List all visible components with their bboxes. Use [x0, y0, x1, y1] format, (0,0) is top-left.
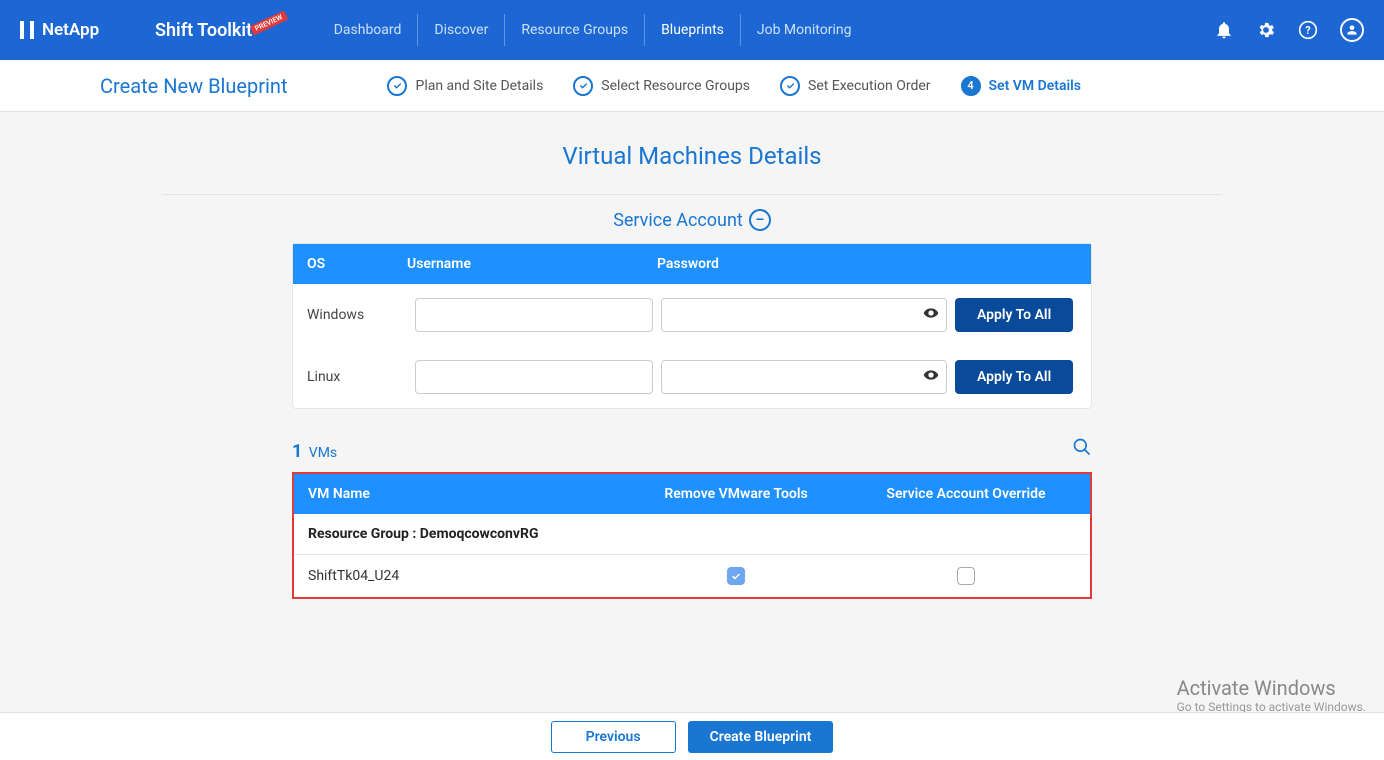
service-account-panel: OS Username Password Windows Apply To Al… — [292, 243, 1092, 409]
divider — [162, 194, 1222, 195]
step-plan-site[interactable]: Plan and Site Details — [387, 76, 543, 96]
col-password: Password — [657, 256, 1077, 272]
step-number-icon: 4 — [961, 76, 981, 96]
col-sa-override: Service Account Override — [856, 486, 1076, 502]
linux-username-input[interactable] — [415, 360, 653, 394]
create-blueprint-button[interactable]: Create Blueprint — [688, 721, 834, 753]
windows-watermark: Activate Windows Go to Settings to activ… — [1177, 676, 1366, 714]
step-vm-details[interactable]: 4 Set VM Details — [961, 76, 1081, 96]
wizard-footer: Previous Create Blueprint — [0, 712, 1384, 760]
os-label: Windows — [307, 307, 407, 323]
vm-row: ShiftTk04_U24 — [294, 555, 1090, 597]
section-title: Virtual Machines Details — [72, 142, 1312, 170]
collapse-icon[interactable]: – — [749, 209, 771, 231]
nav-discover[interactable]: Discover — [418, 14, 505, 46]
sa-row-linux: Linux Apply To All — [293, 346, 1091, 408]
preview-badge: PREVIEW — [250, 10, 288, 35]
vm-group-header: Resource Group : DemoqcowconvRG — [294, 514, 1090, 555]
col-username: Username — [407, 256, 657, 272]
user-icon[interactable] — [1340, 18, 1364, 42]
nav-blueprints[interactable]: Blueprints — [645, 14, 741, 46]
col-remove-tools: Remove VMware Tools — [616, 486, 856, 502]
svg-text:?: ? — [1305, 24, 1310, 37]
windows-password-input[interactable] — [661, 298, 947, 332]
col-os: OS — [307, 256, 407, 272]
check-icon — [573, 76, 593, 96]
nav-dashboard[interactable]: Dashboard — [318, 14, 419, 46]
app-name: Shift Toolkit PREVIEW — [155, 20, 288, 41]
sa-table-header: OS Username Password — [293, 244, 1091, 284]
col-vm-name: VM Name — [308, 486, 616, 502]
search-icon[interactable] — [1072, 437, 1092, 461]
page-title: Create New Blueprint — [100, 74, 287, 98]
step-execution-order[interactable]: Set Execution Order — [780, 76, 931, 96]
step-resource-groups[interactable]: Select Resource Groups — [573, 76, 750, 96]
gear-icon[interactable] — [1256, 20, 1276, 40]
remove-tools-checkbox[interactable] — [727, 567, 745, 585]
wizard-steps: Plan and Site Details Select Resource Gr… — [387, 76, 1080, 96]
help-icon[interactable]: ? — [1298, 20, 1318, 40]
vms-bar: 1 VMs — [292, 437, 1092, 462]
sa-row-windows: Windows Apply To All — [293, 284, 1091, 346]
windows-username-input[interactable] — [415, 298, 653, 332]
main-nav: Dashboard Discover Resource Groups Bluep… — [318, 14, 868, 46]
brand-text: NetApp — [42, 20, 99, 40]
check-icon — [780, 76, 800, 96]
top-nav-bar: NetApp Shift Toolkit PREVIEW Dashboard D… — [0, 0, 1384, 60]
wizard-header: Create New Blueprint Plan and Site Detai… — [0, 60, 1384, 112]
nav-job-monitoring[interactable]: Job Monitoring — [741, 14, 868, 46]
sa-override-checkbox[interactable] — [957, 567, 975, 585]
linux-password-input[interactable] — [661, 360, 947, 394]
service-account-header[interactable]: Service Account – — [72, 209, 1312, 231]
vm-name: ShiftTk04_U24 — [308, 568, 616, 584]
check-icon — [387, 76, 407, 96]
apply-windows-button[interactable]: Apply To All — [955, 298, 1073, 332]
os-label: Linux — [307, 369, 407, 385]
vms-count: 1 VMs — [292, 441, 337, 462]
vm-table-header: VM Name Remove VMware Tools Service Acco… — [294, 474, 1090, 514]
netapp-logo-icon — [20, 21, 34, 39]
apply-linux-button[interactable]: Apply To All — [955, 360, 1073, 394]
previous-button[interactable]: Previous — [551, 721, 676, 753]
top-icon-group: ? — [1214, 18, 1364, 42]
notifications-icon[interactable] — [1214, 20, 1234, 40]
main-content: Virtual Machines Details Service Account… — [72, 112, 1312, 679]
eye-icon[interactable] — [923, 367, 939, 387]
eye-icon[interactable] — [923, 305, 939, 325]
brand: NetApp — [20, 20, 135, 40]
nav-resource-groups[interactable]: Resource Groups — [505, 14, 645, 46]
vm-table: VM Name Remove VMware Tools Service Acco… — [292, 472, 1092, 599]
